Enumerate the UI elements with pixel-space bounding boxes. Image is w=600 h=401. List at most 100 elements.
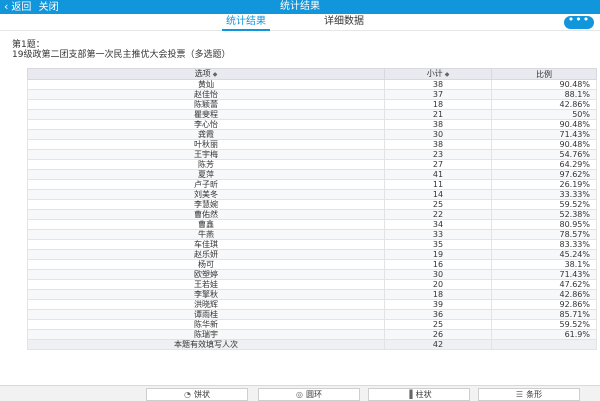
ratio-cell: 92.86%	[491, 299, 597, 310]
ring-chart-button[interactable]: ◎ 圆环	[258, 388, 360, 401]
tab-bar: 统计结果 详细数据 •••	[0, 14, 600, 31]
option-cell: 赵佳怡	[27, 89, 385, 100]
option-cell: 牛燕	[27, 229, 385, 240]
table-row: 谭雨桂 36 85.71%	[27, 309, 597, 320]
count-cell: 38	[384, 119, 492, 130]
total-row: 本题有效填写人次 42	[27, 339, 597, 350]
table-row: 陈瑞宇 26 61.9%	[27, 329, 597, 340]
option-cell: 黄灿	[27, 79, 385, 90]
count-cell: 18	[384, 99, 492, 110]
table-row: 曹佑然 22 52.38%	[27, 209, 597, 220]
ratio-cell: 90.48%	[491, 79, 597, 90]
ratio-cell: 33.33%	[491, 189, 597, 200]
table-row: 陈华新 25 59.52%	[27, 319, 597, 330]
table-row: 欧塑婷 30 71.43%	[27, 269, 597, 280]
table-row: 杨可 16 38.1%	[27, 259, 597, 270]
page-title: 统计结果	[280, 1, 320, 12]
ratio-cell: 26.19%	[491, 179, 597, 190]
count-cell: 14	[384, 189, 492, 200]
option-cell: 陈颖蕾	[27, 99, 385, 110]
option-cell: 瞿斐程	[27, 109, 385, 120]
ratio-cell: 71.43%	[491, 269, 597, 280]
count-cell: 19	[384, 249, 492, 260]
option-cell: 赵乐妍	[27, 249, 385, 260]
option-cell: 卢子昕	[27, 179, 385, 190]
tab-statistics[interactable]: 统计结果	[222, 14, 270, 31]
option-cell: 曹佑然	[27, 209, 385, 220]
question-title: 第1题： 19级政第二团支部第一次民主推优大会投票（多选题）	[12, 40, 231, 60]
table-row: 陈芳 27 64.29%	[27, 159, 597, 170]
option-cell: 李心怡	[27, 119, 385, 130]
ratio-cell: 54.76%	[491, 149, 597, 160]
column-header-count[interactable]: 小计 ◆	[384, 68, 492, 80]
table-row: 黄灿 38 90.48%	[27, 79, 597, 90]
count-cell: 27	[384, 159, 492, 170]
count-cell: 35	[384, 239, 492, 250]
option-cell: 欧塑婷	[27, 269, 385, 280]
option-cell: 曹鑫	[27, 219, 385, 230]
count-cell: 16	[384, 259, 492, 270]
bar-chart-button[interactable]: ▐ 柱状	[368, 388, 470, 401]
total-value: 42	[384, 339, 492, 350]
ratio-cell: 42.86%	[491, 289, 597, 300]
table-body: 黄灿 38 90.48% 赵佳怡 37 88.1% 陈颖蕾 18 42.86% 瞿斐程 21 50% 李…	[27, 79, 597, 350]
count-cell: 38	[384, 139, 492, 150]
table-row: 夏萍 41 97.62%	[27, 169, 597, 180]
count-cell: 38	[384, 79, 492, 90]
top-navigation-bar: ‹ 返回 关闭 统计结果	[0, 0, 600, 14]
option-cell: 车佳琪	[27, 239, 385, 250]
list-bar-button[interactable]: ☰ 条形	[478, 388, 580, 401]
bar-chart-icon: ▐	[406, 390, 413, 399]
ratio-cell: 38.1%	[491, 259, 597, 270]
count-cell: 30	[384, 269, 492, 280]
ratio-cell: 64.29%	[491, 159, 597, 170]
count-cell: 33	[384, 229, 492, 240]
column-header-ratio: 比例	[491, 68, 597, 80]
table-row: 李心怡 38 90.48%	[27, 119, 597, 130]
count-cell: 25	[384, 199, 492, 210]
column-header-option[interactable]: 选项 ◆	[27, 68, 385, 80]
tab-details[interactable]: 详细数据	[324, 14, 364, 29]
pie-icon: ◔	[184, 390, 191, 399]
table-row: 洪晓辉 39 92.86%	[27, 299, 597, 310]
count-cell: 11	[384, 179, 492, 190]
count-cell: 36	[384, 309, 492, 320]
table-row: 王若娃 20 47.62%	[27, 279, 597, 290]
ratio-cell: 42.86%	[491, 99, 597, 110]
ratio-cell: 47.62%	[491, 279, 597, 290]
list-bar-icon: ☰	[515, 390, 524, 399]
total-label: 本题有效填写人次	[27, 339, 385, 350]
count-cell: 34	[384, 219, 492, 230]
option-cell: 洪晓辉	[27, 299, 385, 310]
option-cell: 李慧婉	[27, 199, 385, 210]
option-cell: 陈瑞宇	[27, 329, 385, 340]
option-cell: 王宇梅	[27, 149, 385, 160]
table-row: 赵佳怡 37 88.1%	[27, 89, 597, 100]
count-cell: 41	[384, 169, 492, 180]
table-row: 李擎秋 18 42.86%	[27, 289, 597, 300]
count-cell: 30	[384, 129, 492, 140]
ratio-cell: 90.48%	[491, 119, 597, 130]
ratio-cell: 59.52%	[491, 319, 597, 330]
more-options-button[interactable]: •••	[564, 14, 594, 29]
table-row: 牛燕 33 78.57%	[27, 229, 597, 240]
option-cell: 李擎秋	[27, 289, 385, 300]
ratio-cell: 71.43%	[491, 129, 597, 140]
table-row: 陈颖蕾 18 42.86%	[27, 99, 597, 110]
count-cell: 37	[384, 89, 492, 100]
option-cell: 叶秋丽	[27, 139, 385, 150]
table-row: 赵乐妍 19 45.24%	[27, 249, 597, 260]
pie-chart-button[interactable]: ◔ 饼状	[146, 388, 248, 401]
count-cell: 21	[384, 109, 492, 120]
ratio-cell: 61.9%	[491, 329, 597, 340]
chart-type-toolbar: ◔ 饼状 ◎ 圆环 ▐ 柱状 ☰ 条形	[0, 385, 600, 401]
count-cell: 18	[384, 289, 492, 300]
option-cell: 夏萍	[27, 169, 385, 180]
count-cell: 39	[384, 299, 492, 310]
option-cell: 陈华新	[27, 319, 385, 330]
ratio-cell: 50%	[491, 109, 597, 120]
option-cell: 龚霞	[27, 129, 385, 140]
option-cell: 谭雨桂	[27, 309, 385, 320]
ratio-cell: 83.33%	[491, 239, 597, 250]
ratio-cell: 52.38%	[491, 209, 597, 220]
